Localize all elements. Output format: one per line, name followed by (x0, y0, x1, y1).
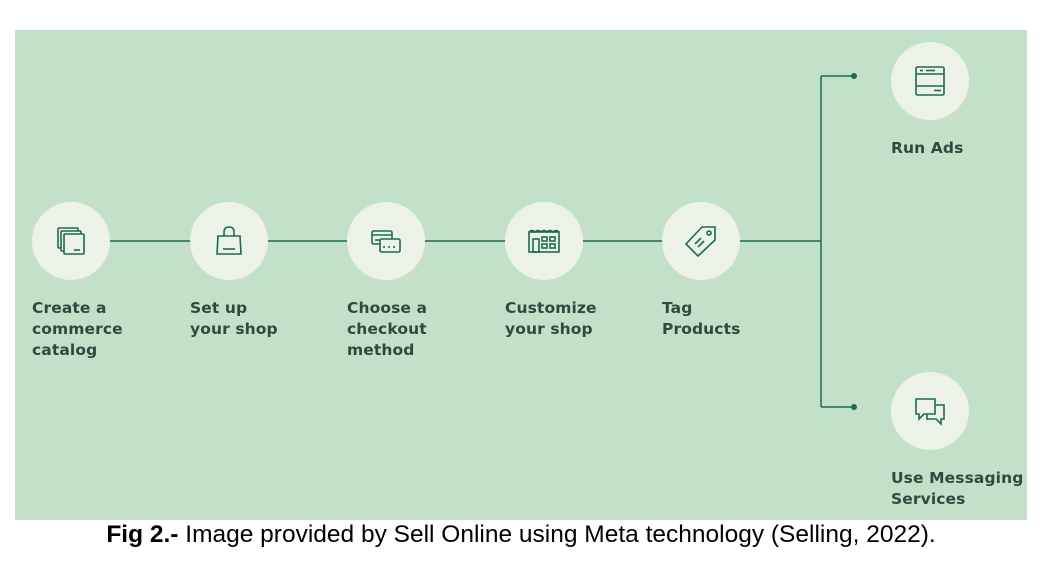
step-node-catalog (32, 202, 110, 280)
step-label-checkout: Choose a checkout method (347, 299, 428, 359)
connector-lines (71, 73, 857, 410)
ad-window-icon (915, 66, 945, 96)
step-node-setup-shop (190, 202, 268, 280)
step-node-checkout (347, 202, 425, 280)
tag-icon (684, 226, 716, 258)
branch-dot-messaging (851, 404, 857, 410)
chat-bubbles-icon (915, 398, 945, 426)
step-node-tag (662, 202, 740, 280)
catalog-icon (57, 227, 85, 255)
step-label-catalog: Create a commerce catalog (32, 299, 123, 359)
step-label-customize: Customize your shop (505, 299, 597, 338)
step-label-tag: Tag Products (662, 299, 741, 338)
credit-cards-icon (371, 230, 401, 253)
branch-label-messaging: Use Messaging Services (891, 469, 1024, 508)
branch-node-messaging (891, 372, 969, 450)
step-label-setup-shop: Set up your shop (190, 299, 278, 338)
step-node-customize (505, 202, 583, 280)
branch-dot-run-ads (851, 73, 857, 79)
branch-label-run-ads: Run Ads (891, 139, 964, 157)
branch-node-run-ads (891, 42, 969, 120)
caption-prefix: Fig 2.- (106, 521, 179, 548)
flow-diagram: Create a commerce catalog Set up your sh… (15, 30, 1027, 520)
figure-caption: Fig 2.- Image provided by Sell Online us… (0, 521, 1042, 549)
storefront-icon (528, 229, 560, 253)
shopping-bag-icon (216, 226, 242, 255)
caption-text: Image provided by Sell Online using Meta… (178, 521, 936, 548)
